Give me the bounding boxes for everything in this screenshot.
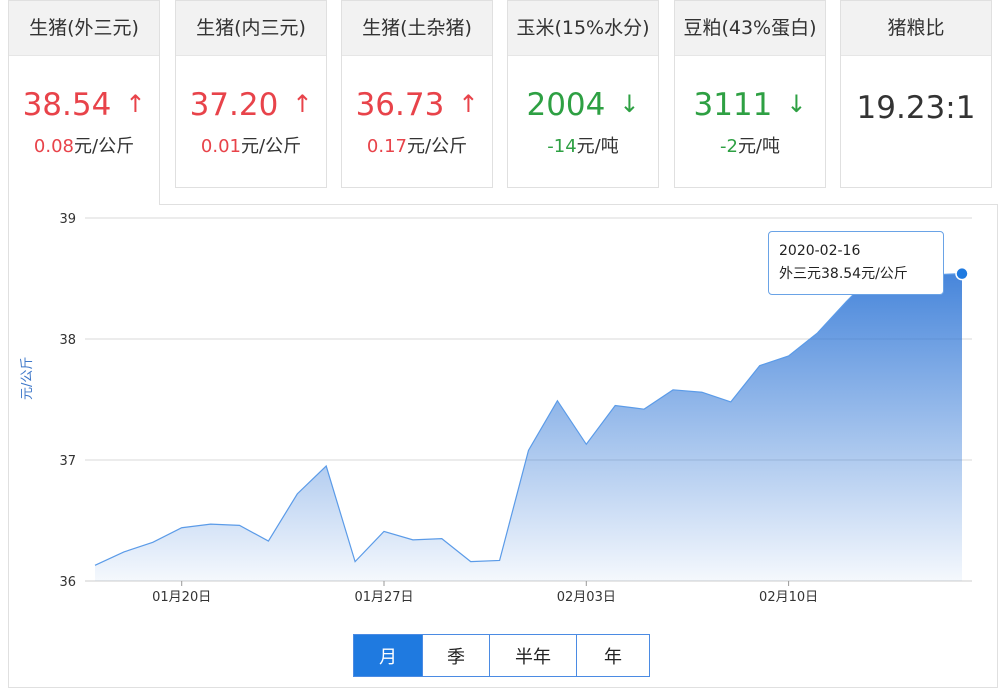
x-tick-label: 02月10日 (759, 590, 818, 605)
range-button-0[interactable]: 月 (353, 634, 423, 677)
tooltip-date: 2020-02-16 (779, 243, 861, 259)
tooltip-value: 外三元38.54元/公斤 (779, 266, 908, 282)
x-tick-label: 02月03日 (557, 590, 616, 605)
y-tick-label: 38 (59, 333, 76, 348)
range-selector: 月季半年年 (353, 634, 650, 677)
range-button-1[interactable]: 季 (422, 634, 490, 677)
x-tick-label: 01月20日 (152, 590, 211, 605)
price-chart: 36 37 38 39 01月20日 01月27日 02月03日 02月10日 (59, 212, 972, 605)
series-area (95, 249, 962, 581)
chart-tooltip: 2020-02-16 外三元38.54元/公斤 (768, 231, 944, 295)
y-tick-label: 36 (59, 575, 76, 590)
y-tick-label: 37 (59, 454, 76, 469)
highlighted-point[interactable] (955, 266, 969, 281)
range-button-2[interactable]: 半年 (489, 634, 577, 677)
y-tick-label: 39 (59, 212, 76, 227)
x-tick-label: 01月27日 (354, 590, 413, 605)
y-axis-label: 元/公斤 (20, 356, 35, 400)
range-button-3[interactable]: 年 (576, 634, 650, 677)
